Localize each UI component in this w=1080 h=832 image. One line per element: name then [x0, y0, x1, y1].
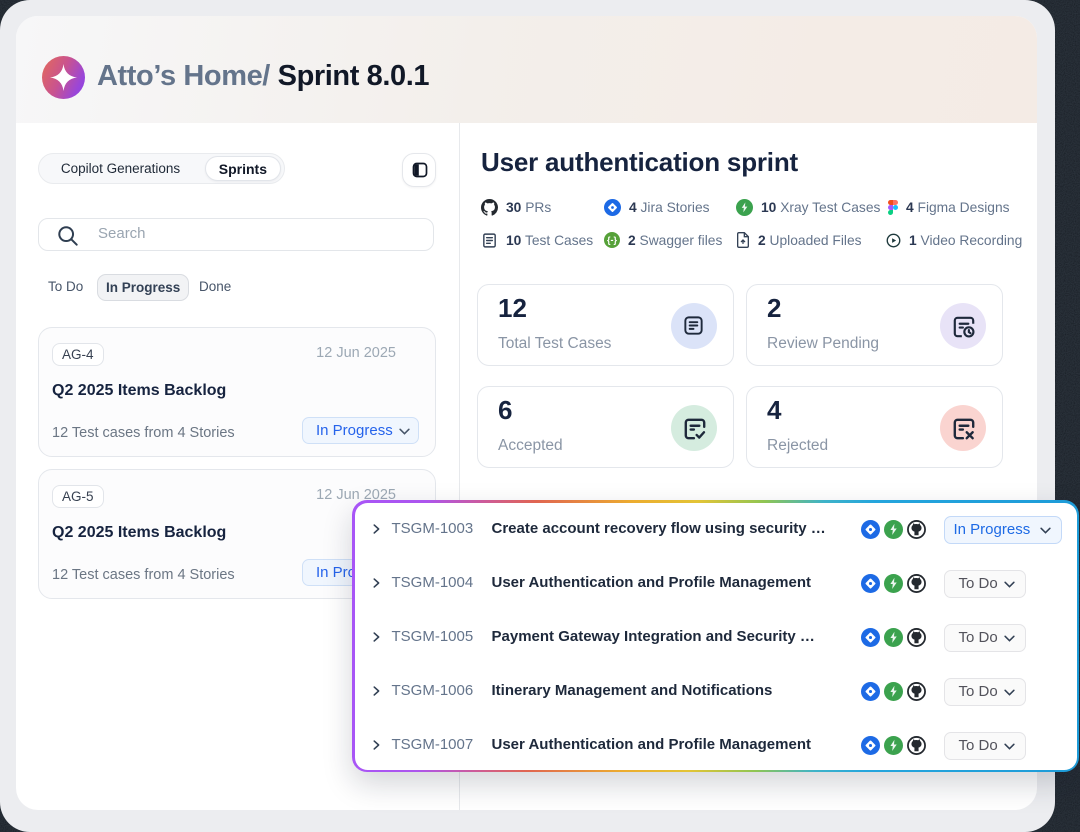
- svg-text:{-}: {-}: [607, 235, 617, 245]
